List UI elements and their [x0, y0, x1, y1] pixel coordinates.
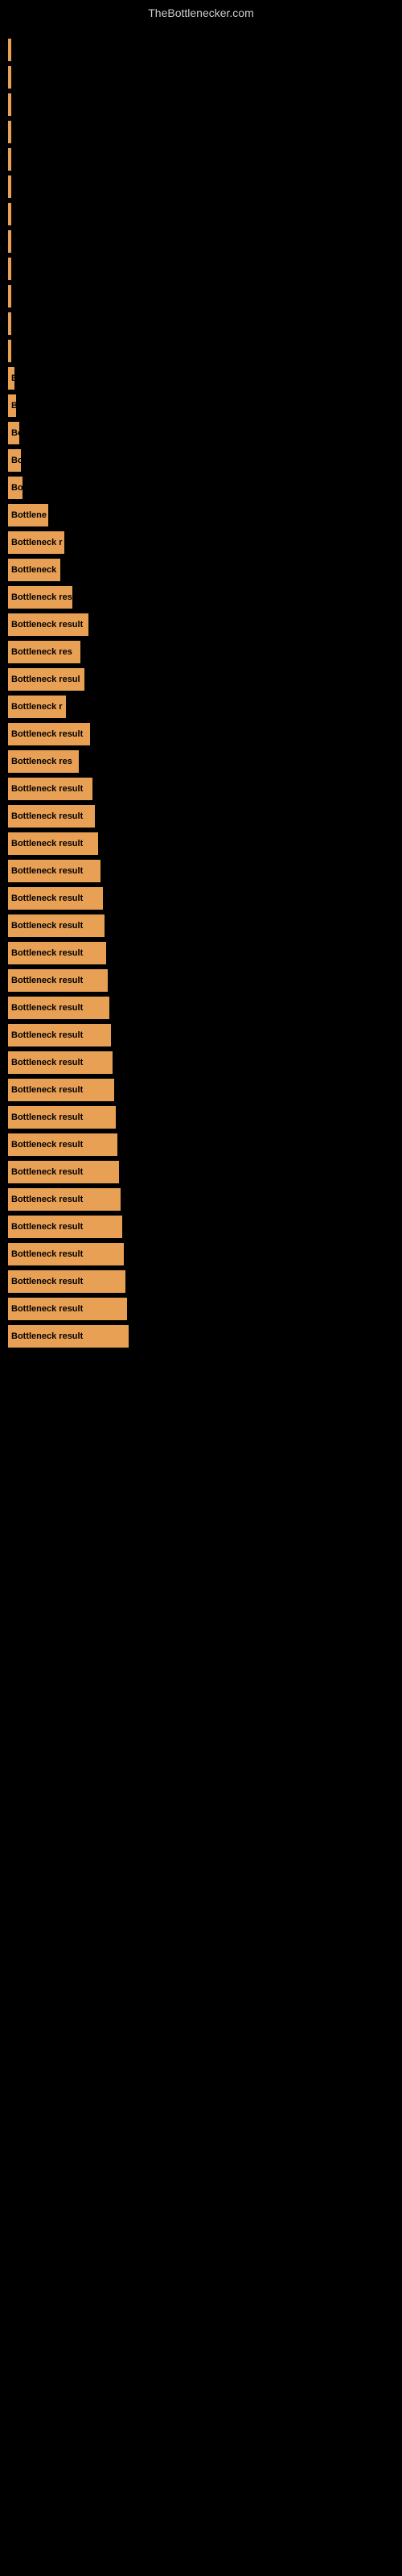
bar-item: Bo	[8, 422, 19, 444]
bar-item: Bottleneck result	[8, 969, 108, 992]
bar-row: Bottleneck result	[8, 1188, 402, 1211]
bar-row: Bottleneck result	[8, 832, 402, 855]
bar-row: Bo	[8, 477, 402, 499]
bar-item: Bottleneck result	[8, 1133, 117, 1156]
bar-item	[8, 312, 11, 335]
site-title: TheBottlenecker.com	[0, 0, 402, 23]
bar-row	[8, 230, 402, 253]
bar-row: B	[8, 367, 402, 390]
bar-row	[8, 93, 402, 116]
bar-row: Bottleneck result	[8, 805, 402, 828]
bars-container: BB Bo Bo Bo Bottlene Bottleneck r Bottleneck Bo…	[0, 23, 402, 1368]
bar-row: Bottleneck result	[8, 1051, 402, 1074]
bar-item: Bottleneck r	[8, 531, 64, 554]
bar-row	[8, 66, 402, 89]
bar-row	[8, 148, 402, 171]
bar-item: Bottleneck result	[8, 723, 90, 745]
bar-row	[8, 175, 402, 198]
bar-row: Bottleneck res	[8, 750, 402, 773]
bar-item	[8, 285, 11, 308]
bar-row: Bottleneck result	[8, 914, 402, 937]
bar-item: Bottleneck result	[8, 1051, 113, 1074]
bar-item: Bottleneck r	[8, 696, 66, 718]
bar-item: Bottleneck result	[8, 1188, 121, 1211]
bar-row: B	[8, 394, 402, 417]
bar-row: Bottleneck result	[8, 1133, 402, 1156]
bar-item: Bottleneck	[8, 559, 60, 581]
bar-item: Bottleneck result	[8, 1298, 127, 1320]
bar-row	[8, 203, 402, 225]
bar-row: Bottleneck result	[8, 942, 402, 964]
bar-item: Bottleneck result	[8, 942, 106, 964]
bar-row	[8, 39, 402, 61]
bar-row	[8, 340, 402, 362]
bar-row	[8, 121, 402, 143]
bar-item: Bottleneck result	[8, 860, 100, 882]
bar-row: Bottleneck result	[8, 1161, 402, 1183]
bar-item	[8, 258, 11, 280]
bar-item: Bottleneck res	[8, 586, 72, 609]
bar-row	[8, 312, 402, 335]
bar-row: Bottleneck result	[8, 613, 402, 636]
bar-item: Bottleneck result	[8, 613, 88, 636]
bar-item	[8, 39, 11, 61]
bar-item	[8, 230, 11, 253]
bar-item: Bottleneck res	[8, 750, 79, 773]
bar-item: Bottleneck result	[8, 805, 95, 828]
bar-row: Bottleneck result	[8, 887, 402, 910]
bar-row: Bottleneck result	[8, 1325, 402, 1348]
bar-item: B	[8, 394, 16, 417]
bar-item: Bottleneck res	[8, 641, 80, 663]
bar-row	[8, 285, 402, 308]
bar-item: Bottleneck result	[8, 1270, 125, 1293]
bar-item: Bottleneck result	[8, 914, 105, 937]
bar-item: Bottleneck result	[8, 1024, 111, 1046]
bar-row: Bottleneck r	[8, 531, 402, 554]
bar-item	[8, 175, 11, 198]
bar-item: Bottleneck result	[8, 778, 92, 800]
bar-item	[8, 148, 11, 171]
bar-row: Bo	[8, 422, 402, 444]
bar-item: Bottleneck result	[8, 1243, 124, 1265]
bar-row: Bottlene	[8, 504, 402, 526]
bar-item: Bo	[8, 477, 23, 499]
bar-item: Bottleneck result	[8, 1325, 129, 1348]
bar-row	[8, 258, 402, 280]
bar-item: Bottleneck result	[8, 1216, 122, 1238]
bar-row: Bottleneck resul	[8, 668, 402, 691]
bar-item: Bottlene	[8, 504, 48, 526]
bar-item: Bottleneck result	[8, 997, 109, 1019]
bar-row: Bottleneck result	[8, 1106, 402, 1129]
bar-row: Bottleneck r	[8, 696, 402, 718]
bar-row: Bottleneck result	[8, 723, 402, 745]
bar-item: Bo	[8, 449, 21, 472]
bar-item	[8, 66, 11, 89]
bar-row: Bottleneck result	[8, 1270, 402, 1293]
bar-item: Bottleneck result	[8, 832, 98, 855]
bar-row: Bottleneck	[8, 559, 402, 581]
bar-item: Bottleneck result	[8, 1161, 119, 1183]
bar-row: Bottleneck result	[8, 997, 402, 1019]
bar-row: Bottleneck result	[8, 1243, 402, 1265]
bar-item	[8, 203, 11, 225]
bar-row: Bottleneck result	[8, 1216, 402, 1238]
bar-row: Bo	[8, 449, 402, 472]
bar-row: Bottleneck result	[8, 778, 402, 800]
bar-row: Bottleneck result	[8, 860, 402, 882]
bar-row: Bottleneck result	[8, 1079, 402, 1101]
bar-row: Bottleneck result	[8, 1024, 402, 1046]
bar-item: Bottleneck result	[8, 1079, 114, 1101]
bar-row: Bottleneck result	[8, 969, 402, 992]
bar-row: Bottleneck result	[8, 1298, 402, 1320]
bar-row: Bottleneck res	[8, 641, 402, 663]
bar-item	[8, 340, 11, 362]
bar-item: Bottleneck resul	[8, 668, 84, 691]
bar-item	[8, 121, 11, 143]
bar-item: Bottleneck result	[8, 887, 103, 910]
bar-item	[8, 93, 11, 116]
bar-row: Bottleneck res	[8, 586, 402, 609]
bar-item: B	[8, 367, 14, 390]
bar-item: Bottleneck result	[8, 1106, 116, 1129]
